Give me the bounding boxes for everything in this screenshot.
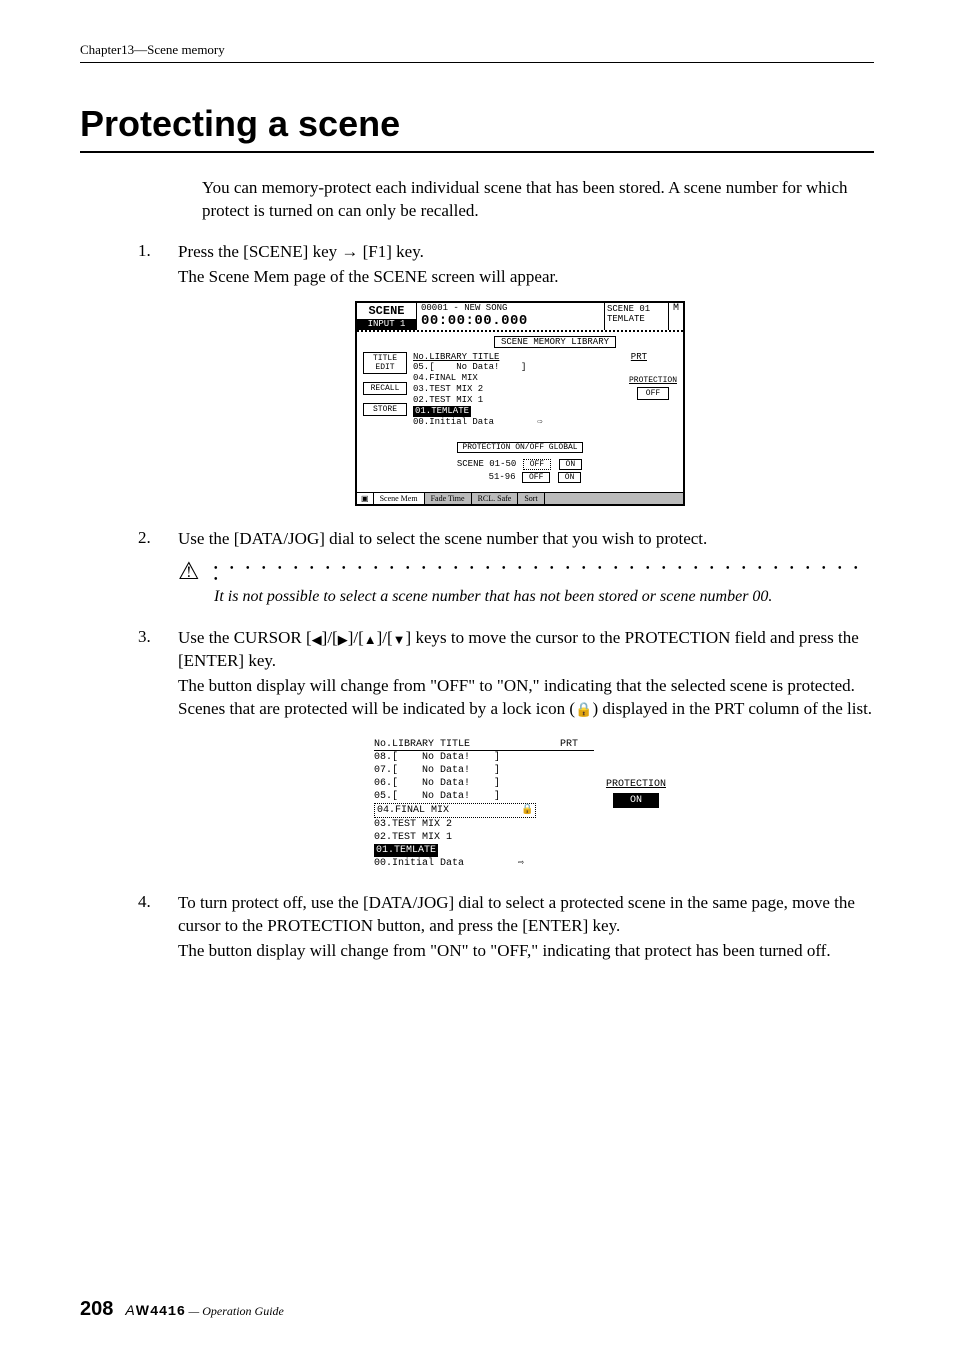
caution-divider: • • • • • • • • • • • • • • • • • • • • … bbox=[214, 563, 874, 585]
page-footer: 208 AW4416 — Operation Guide bbox=[80, 1298, 284, 1321]
lock-icon: 🔒 bbox=[521, 805, 533, 816]
protection-on-button[interactable]: ON bbox=[613, 793, 659, 808]
list-row[interactable]: 06.[ No Data! ] bbox=[374, 777, 594, 790]
cursor-left-icon bbox=[312, 631, 322, 649]
list-row[interactable]: 08.[ No Data! ] bbox=[374, 751, 594, 764]
screen-name: SCENE bbox=[357, 303, 416, 319]
store-button[interactable]: STORE bbox=[363, 403, 407, 416]
list2-header-title: No.LIBRARY TITLE bbox=[374, 739, 470, 750]
tab-rcl-safe[interactable]: RCL. Safe bbox=[472, 493, 519, 504]
list-row[interactable]: 00.Initial Data ⇨ bbox=[413, 417, 677, 428]
global-range-2: 51-96 bbox=[458, 472, 516, 482]
list2-header-prt: PRT bbox=[560, 739, 578, 750]
step-2: 2. Use the [DATA/JOG] dial to select the… bbox=[166, 528, 874, 608]
warning-icon: ⚠ bbox=[178, 557, 200, 586]
list-row[interactable]: 02.TEST MIX 1 bbox=[374, 831, 594, 844]
model-w: W bbox=[136, 1302, 150, 1318]
list-row[interactable]: 05.[ No Data! ] bbox=[413, 362, 677, 373]
lock-icon: 🔒 bbox=[575, 703, 592, 718]
list-row-selected[interactable]: 04.FINAL MIX 🔒 bbox=[374, 803, 536, 818]
page-number: 208 bbox=[80, 1298, 113, 1321]
list-header-prt: PRT bbox=[631, 352, 647, 362]
step-2-number: 2. bbox=[138, 528, 151, 548]
song-id: 00001 - NEW SONG bbox=[421, 303, 600, 313]
guide-label: — Operation Guide bbox=[186, 1304, 284, 1318]
step-1-head-b: [F1] key. bbox=[358, 242, 423, 261]
step-1: 1. Press the [SCENE] key → [F1] key. The… bbox=[166, 241, 874, 506]
step-3-number: 3. bbox=[138, 627, 151, 647]
scene-screen-screenshot: SCENE INPUT 1 00001 - NEW SONG 00:00:00.… bbox=[355, 301, 685, 506]
protection-label-2: PROTECTION bbox=[606, 779, 666, 790]
global-range-1: SCENE 01-50 bbox=[457, 459, 516, 469]
chapter-header: Chapter13—Scene memory bbox=[80, 42, 874, 63]
global-2-on[interactable]: ON bbox=[558, 472, 582, 483]
step-4-number: 4. bbox=[138, 892, 151, 912]
caution-text: It is not possible to select a scene num… bbox=[214, 587, 874, 608]
step-3: 3. Use the CURSOR []/[]/[]/[] keys to mo… bbox=[166, 627, 874, 870]
title-edit-button[interactable]: TITLE EDIT bbox=[363, 352, 407, 374]
current-scene-name: TEMLATE bbox=[607, 314, 666, 324]
cursor-down-icon bbox=[393, 631, 406, 649]
step-3-body-b: ) displayed in the PRT column of the lis… bbox=[592, 699, 872, 718]
recall-button[interactable]: RECALL bbox=[363, 382, 407, 395]
tab-fade-time[interactable]: Fade Time bbox=[425, 493, 472, 504]
global-1-on[interactable]: ON bbox=[559, 459, 583, 470]
model-num: 4416 bbox=[150, 1304, 186, 1320]
library-title: SCENE MEMORY LIBRARY bbox=[494, 336, 616, 348]
global-2-off[interactable]: OFF bbox=[522, 472, 550, 483]
list-row[interactable]: 03.TEST MIX 2 bbox=[374, 818, 594, 831]
step-1-number: 1. bbox=[138, 241, 151, 261]
list-row[interactable]: 05.[ No Data! ] bbox=[374, 790, 594, 803]
disk-icon: ▣ bbox=[357, 493, 374, 504]
list-row[interactable]: 07.[ No Data! ] bbox=[374, 764, 594, 777]
step-2-head: Use the [DATA/JOG] dial to select the sc… bbox=[178, 528, 874, 551]
intro-text: You can memory-protect each individual s… bbox=[202, 177, 874, 223]
global-1-off[interactable]: OFF bbox=[523, 459, 551, 470]
meter-icon: M bbox=[669, 303, 683, 330]
step-1-body: The Scene Mem page of the SCENE screen w… bbox=[178, 266, 874, 289]
cursor-right-icon bbox=[338, 631, 348, 649]
step-1-head-a: Press the [SCENE] key bbox=[178, 242, 341, 261]
current-scene-no: SCENE 01 bbox=[607, 304, 666, 314]
list-row-selected[interactable]: 01.TEMLATE bbox=[413, 406, 471, 417]
list-row-current[interactable]: 01.TEMLATE bbox=[374, 844, 438, 857]
global-protection-title: PROTECTION ON/OFF GLOBAL bbox=[457, 442, 582, 453]
cursor-up-icon bbox=[364, 631, 377, 649]
tab-sort[interactable]: Sort bbox=[518, 493, 544, 504]
sep: ]/[ bbox=[377, 628, 393, 647]
protection-label: PROTECTION bbox=[629, 376, 677, 385]
channel-name: INPUT 1 bbox=[357, 319, 416, 330]
step-4: 4. To turn protect off, use the [DATA/JO… bbox=[166, 892, 874, 963]
step-4-body: The button display will change from "ON"… bbox=[178, 940, 874, 963]
tab-scene-mem[interactable]: Scene Mem bbox=[374, 493, 425, 504]
library-list-screenshot: No.LIBRARY TITLE PRT 08.[ No Data! ] 07.… bbox=[374, 739, 666, 870]
sep: ]/[ bbox=[322, 628, 338, 647]
list-row[interactable]: 00.Initial Data ⇨ bbox=[374, 857, 594, 870]
list-header-title: No.LIBRARY TITLE bbox=[413, 352, 499, 362]
timecode: 00:00:00.000 bbox=[421, 313, 600, 329]
page-title: Protecting a scene bbox=[80, 103, 874, 153]
protection-toggle[interactable]: OFF bbox=[637, 387, 669, 400]
model-a: A bbox=[125, 1302, 135, 1318]
step-3-head-a: Use the CURSOR [ bbox=[178, 628, 312, 647]
sep: ]/[ bbox=[348, 628, 364, 647]
arrow-right-icon: → bbox=[341, 242, 358, 261]
step-4-head: To turn protect off, use the [DATA/JOG] … bbox=[178, 892, 874, 938]
